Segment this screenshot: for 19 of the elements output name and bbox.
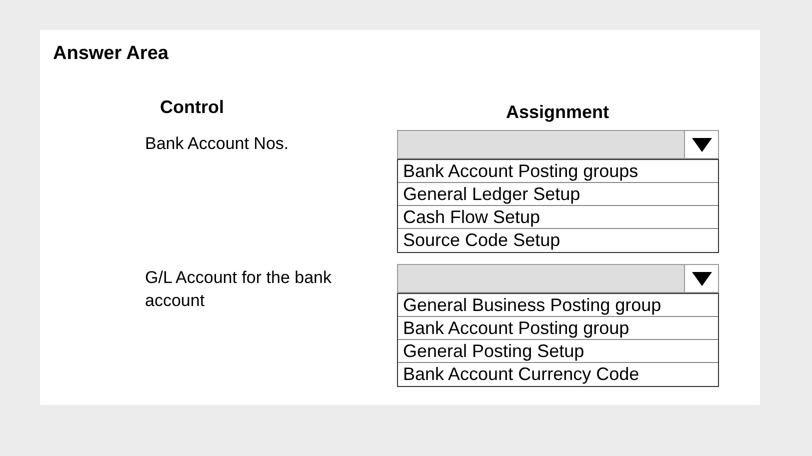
list-option[interactable]: Bank Account Currency Code xyxy=(398,363,718,386)
list-option[interactable]: General Business Posting group xyxy=(398,294,718,317)
column-header: Assignment xyxy=(506,102,610,122)
list-option[interactable]: Bank Account Posting groups xyxy=(398,160,718,183)
dropdown-button[interactable] xyxy=(684,131,718,158)
list-option[interactable]: Source Code Setup xyxy=(398,229,718,252)
column-header: Control xyxy=(160,97,224,117)
control-label: Bank Account Nos. xyxy=(145,133,290,155)
caret-icon xyxy=(692,138,712,152)
panel-title: Answer Area xyxy=(53,43,168,65)
list-option[interactable]: Cash Flow Setup xyxy=(398,206,718,229)
caret-icon xyxy=(692,272,712,286)
list-option[interactable]: Bank Account Posting group xyxy=(398,317,718,340)
dropdown-field[interactable] xyxy=(397,264,719,293)
dropdown-button[interactable] xyxy=(684,265,718,292)
list-option[interactable]: General Ledger Setup xyxy=(398,183,718,206)
dropdown-field[interactable] xyxy=(397,130,719,159)
control-label: G/L Account for the bank account xyxy=(145,267,332,312)
list-option[interactable]: General Posting Setup xyxy=(398,340,718,363)
